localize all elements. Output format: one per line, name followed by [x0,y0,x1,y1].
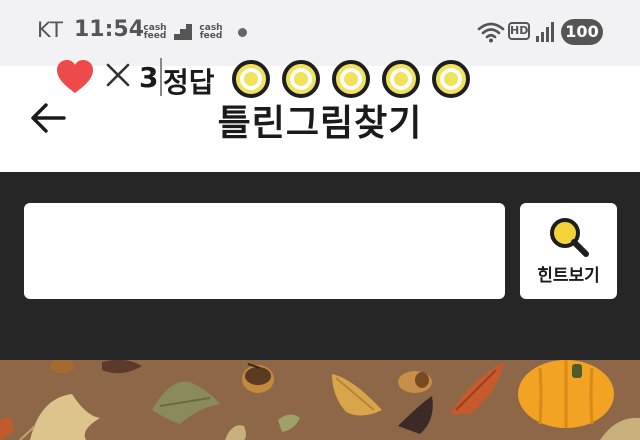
answer-slot [282,60,320,98]
answer-slots [232,60,470,98]
game-status-panel: 힌트보기 [0,172,640,360]
carrier-label: KT [37,18,64,42]
stairs-icon [174,24,192,40]
answer-label: 정답 [163,66,215,99]
text-cursor [160,58,162,96]
cashfeed-icon: cash feed [143,23,167,41]
puzzle-image[interactable] [0,360,640,440]
hd-badge: HD [508,22,530,40]
cashfeed-icon: cash feed [199,23,223,41]
answer-slot [382,60,420,98]
page-title: 틀린그림찾기 [217,103,423,144]
status-bar: KT 11:54 cash feed cash feed HD 100 [0,0,640,66]
autumn-leaves-illustration [0,360,640,440]
answer-slot [232,60,270,98]
answer-slot [432,60,470,98]
hint-label: 힌트보기 [537,266,600,286]
dot-icon [238,28,247,37]
magnifier-icon [550,218,589,257]
times-icon [106,63,130,87]
hint-button[interactable]: 힌트보기 [520,203,617,299]
heart-icon [57,60,93,93]
score-card [24,203,505,299]
battery-badge: 100 [561,19,603,45]
answer-slot [332,60,370,98]
wifi-icon [477,22,505,43]
lives-count: 3 [139,61,159,94]
clock: 11:54 [74,17,145,42]
signal-icon [536,22,554,42]
